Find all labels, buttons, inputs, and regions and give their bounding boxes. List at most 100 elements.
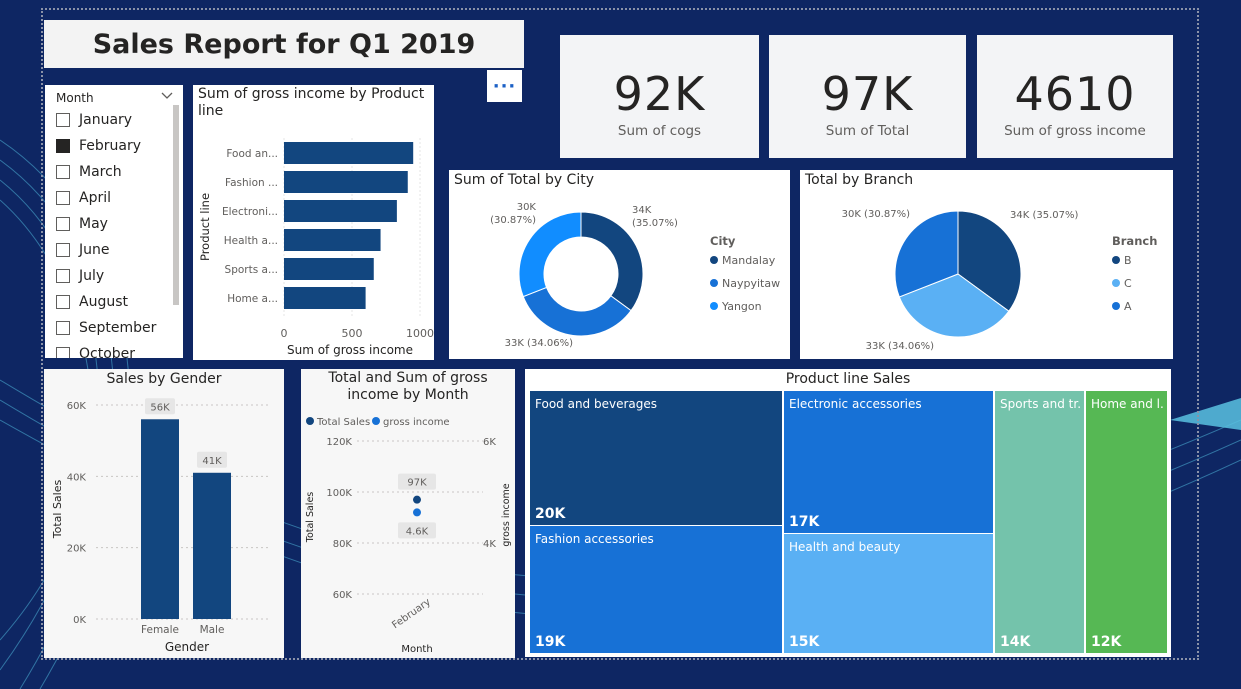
kpi-value: 97K [821,67,914,121]
y-right-tick-label: 6K [483,437,496,448]
slicer-item[interactable]: January [56,110,132,130]
scatter-point [413,508,421,517]
y-tick-label: 0K [73,615,86,626]
checkbox[interactable] [56,295,70,309]
treemap-tile-value: 17K [789,514,820,530]
x-tick-label: 1000 [406,327,434,340]
checkbox[interactable] [56,165,70,179]
bar [284,258,374,280]
data-label: 41K [202,456,222,467]
slice-data-label: 30K [517,202,537,213]
more-options-button[interactable]: ··· [487,70,522,102]
slicer-item[interactable]: October [56,344,135,358]
slicer-item-label: January [79,112,133,128]
x-axis-label: Month [401,644,432,655]
y-tick-label: 100K [326,488,352,499]
treemap-tile-label: Food and beverages [535,397,658,411]
x-axis-label: Sum of gross income [287,343,413,357]
bar [284,229,381,251]
y-axis-label: Total Sales [305,492,316,544]
treemap-tile[interactable]: Food and beverages 20K [530,391,782,525]
y-tick-label: Electroni... [222,206,278,218]
kpi-card-gross-income: 4610 Sum of gross income [977,35,1173,158]
report-title: Sales Report for Q1 2019 [44,20,524,68]
slicer-item[interactable]: April [56,188,111,208]
treemap-tile[interactable]: Electronic accessories 17K [784,391,993,533]
data-label: 56K [150,402,170,413]
bar [284,200,397,222]
y-axis-label: Total Sales [51,480,64,540]
donut-svg: 34K (35.07%) 33K (34.06%) 30K (30.87%) City Ma… [490,202,780,349]
legend-label: C [1124,277,1132,290]
checkbox[interactable] [56,347,70,358]
legend-marker [1112,302,1120,310]
y-tick-label: 20K [67,544,87,555]
treemap-tile-value: 12K [1091,634,1122,650]
slice-data-label: 34K [632,205,652,216]
legend-label: gross income [383,417,450,428]
x-tick-label: 0 [281,327,288,340]
slice-data-label: 33K (34.06%) [866,341,934,352]
legend-marker [710,302,718,310]
y-tick-label: 80K [333,539,353,550]
chevron-down-icon[interactable] [161,89,173,103]
slicer-item[interactable]: May [56,214,108,234]
product-line-sales-treemap: Product line Sales Food and beverages 20K… [525,369,1171,657]
slicer-item[interactable]: July [56,266,104,286]
kpi-value: 92K [613,67,706,121]
data-label: 4.6K [406,526,429,537]
treemap-tile-label: Sports and tr... [1000,397,1081,411]
bar [141,419,179,619]
treemap-tile[interactable]: Sports and tr... 14K [995,391,1084,653]
treemap-tile-value: 19K [535,634,566,650]
treemap-tile-value: 14K [1000,634,1031,650]
x-axis-label: Gender [165,640,209,654]
treemap-tile[interactable]: Home and l... 12K [1086,391,1167,653]
sales-by-gender-chart: Sales by Gender 0K 20K 40K 60K 56K Female 41K M… [44,369,284,658]
kpi-value: 4610 [1014,67,1136,121]
gross-income-by-product-chart: Sum of gross income by Product line 0 500… [193,85,434,360]
treemap-tile[interactable]: Health and beauty 15K [784,534,993,653]
checkbox[interactable] [56,217,70,231]
checkbox[interactable] [56,113,70,127]
treemap-tile[interactable]: Fashion accessories 19K [530,526,782,653]
treemap-tile-label: Fashion accessories [535,532,654,546]
scatter-svg: Total Sales gross income 60K 80K 100K 120K 4K 6… [305,417,512,655]
y-tick-label: Fashion ... [225,177,278,189]
slicer-item[interactable]: March [56,162,122,182]
x-tick-label: 500 [342,327,363,340]
slicer-item[interactable]: June [56,240,110,260]
legend-marker [1112,256,1120,264]
checkbox[interactable] [56,191,70,205]
slice-data-label: 34K (35.07%) [1010,210,1078,221]
y-tick-label: 40K [67,472,87,483]
slicer-item[interactable]: September [56,318,156,338]
slicer-item-label: August [79,294,128,310]
y-axis-label: Product line [198,193,212,261]
vbar-svg: 0K 20K 40K 60K 56K Female 41K Male Gender Total S… [51,398,269,654]
slicer-title: Month [56,91,94,105]
month-slicer: Month January February March April May June Ju… [45,85,183,358]
y-tick-label: 60K [67,401,87,412]
slicer-item[interactable]: February [56,136,141,156]
total-and-gross-by-month-chart: Total and Sum of gross income by Month T… [301,369,515,658]
treemap-tile-label: Electronic accessories [789,397,922,411]
pie-svg: 34K (35.07%) 33K (34.06%) 30K (30.87%) Bran… [842,209,1158,352]
legend-label: Yangon [721,300,762,313]
kpi-card-cogs: 92K Sum of cogs [560,35,759,158]
kpi-card-total: 97K Sum of Total [769,35,966,158]
slicer-item[interactable]: August [56,292,128,312]
treemap-tile-label: Home and l... [1091,397,1164,411]
legend-label: B [1124,254,1132,267]
checkbox[interactable] [56,269,70,283]
slicer-scrollbar[interactable] [173,105,179,305]
hbar-svg: 0 500 1000 Food an... Fashion ... Electroni..… [198,138,434,357]
y-tick-label: Health a... [224,235,278,247]
checkbox[interactable] [56,139,70,153]
slice-data-label: (30.87%) [490,215,536,226]
legend-label: A [1124,300,1132,313]
checkbox[interactable] [56,321,70,335]
x-tick-label: Male [200,624,225,636]
slice-data-label: 33K (34.06%) [505,338,573,349]
checkbox[interactable] [56,243,70,257]
